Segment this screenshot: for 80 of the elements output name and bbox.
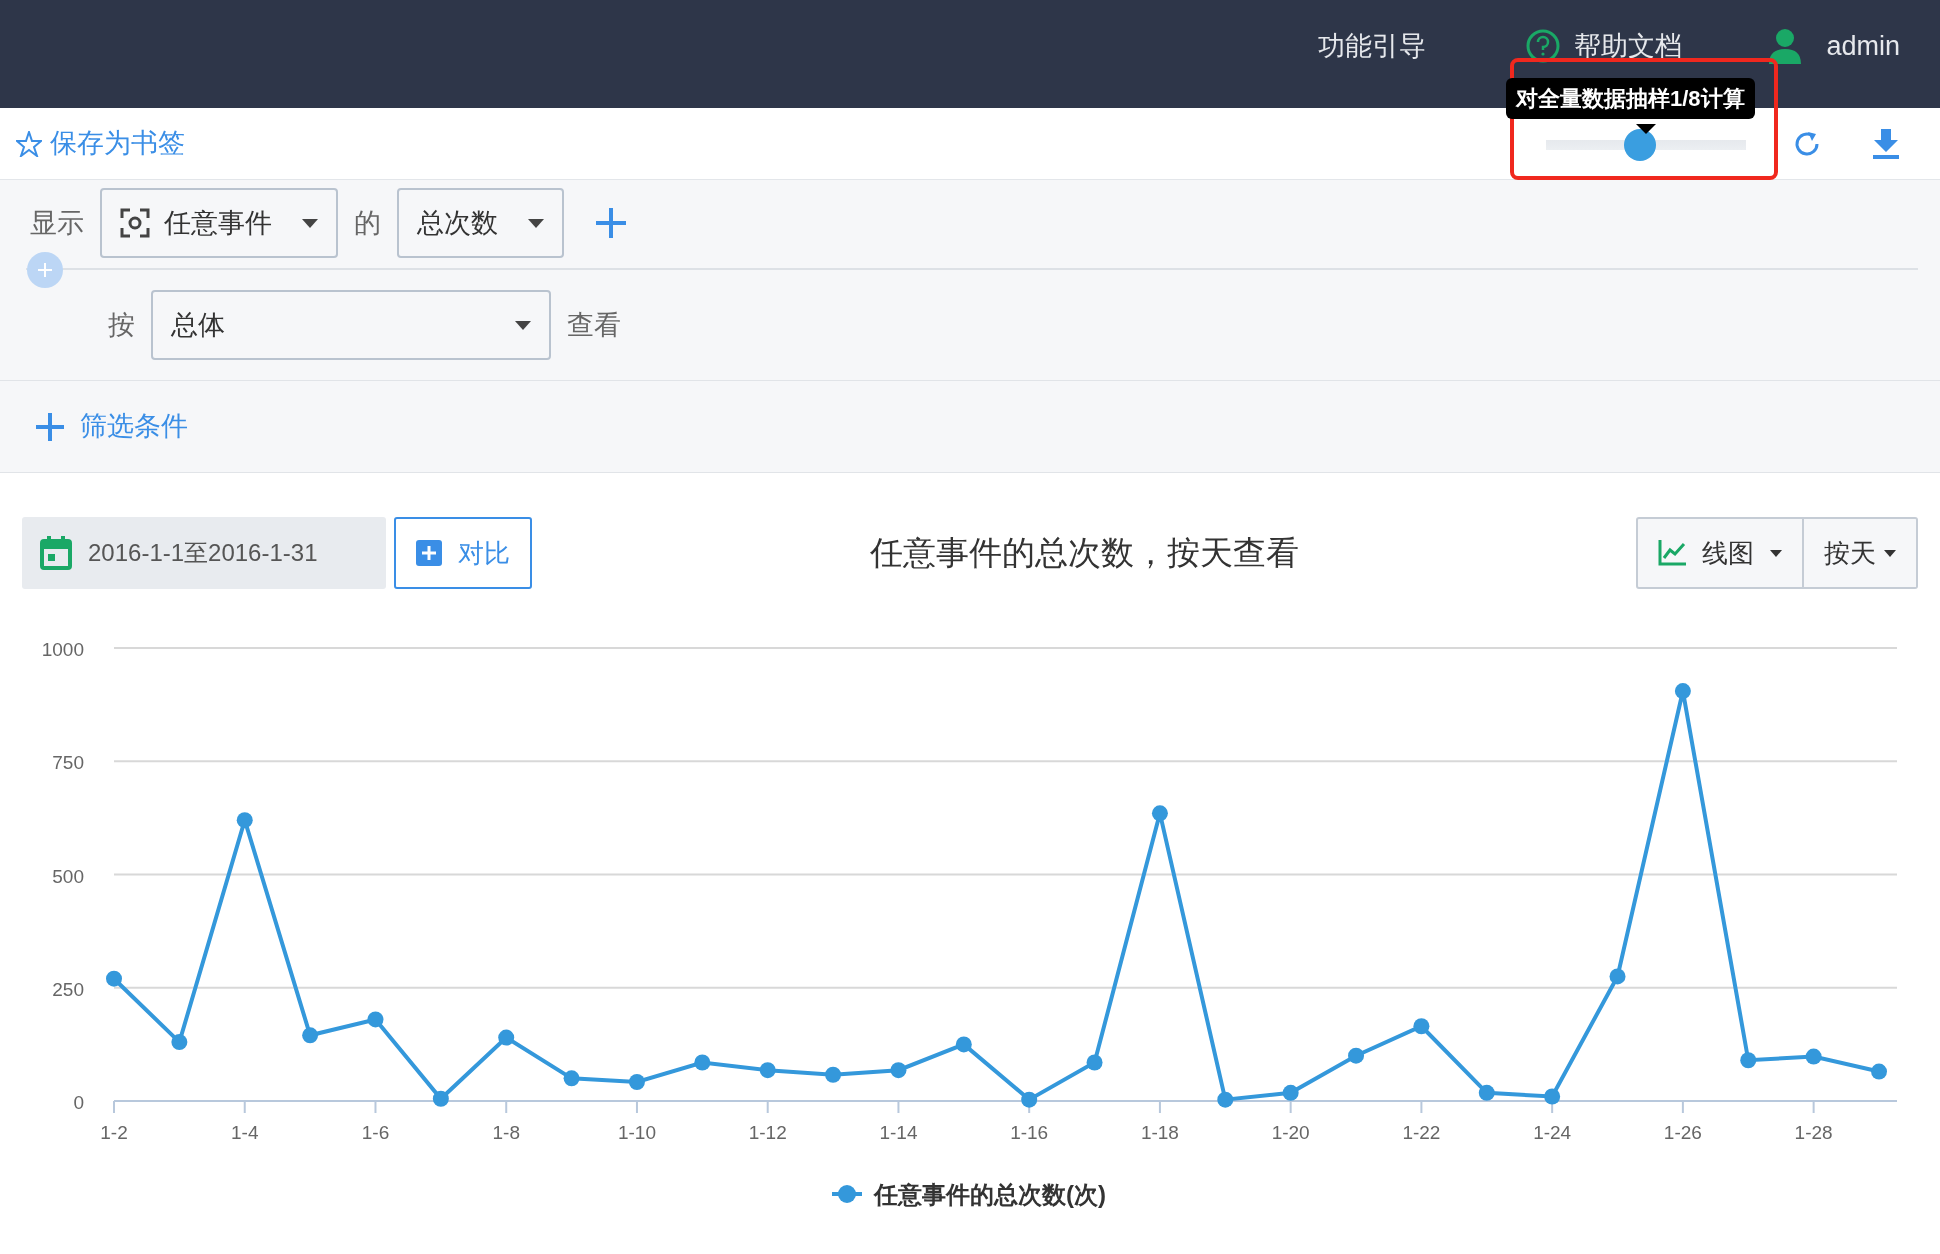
data-point: [825, 1066, 842, 1083]
slider-tooltip: 对全量数据抽样1/8计算: [1506, 78, 1755, 119]
data-point: [890, 1062, 907, 1079]
data-point: [1609, 968, 1626, 985]
x-axis-label: 1-2: [100, 1122, 128, 1143]
caret-icon: [1884, 549, 1896, 557]
x-axis-label: 1-24: [1533, 1122, 1572, 1143]
data-point: [563, 1070, 580, 1087]
x-axis-label: 1-18: [1140, 1122, 1179, 1143]
group-select[interactable]: 总体: [151, 290, 551, 360]
metric-select[interactable]: 总次数: [397, 188, 564, 258]
data-point: [1151, 805, 1168, 822]
caret-icon: [302, 218, 318, 228]
data-point: [628, 1073, 645, 1090]
data-point: [498, 1029, 515, 1046]
data-point: [367, 1011, 384, 1028]
data-point: [955, 1036, 972, 1053]
caret-icon: [1770, 549, 1782, 557]
nav-link[interactable]: 功能引导: [1318, 25, 1427, 67]
view-label: 查看: [567, 308, 621, 342]
line-chart-icon: [1658, 540, 1686, 566]
user-icon: [1768, 28, 1803, 64]
slider-thumb[interactable]: [1624, 129, 1656, 161]
x-axis-label: 1-20: [1271, 1122, 1310, 1143]
x-axis-label: 1-28: [1794, 1122, 1833, 1143]
y-axis-label: 250: [52, 978, 84, 1000]
data-point: [1871, 1063, 1887, 1080]
data-point: [1021, 1091, 1038, 1108]
of-label: 的: [354, 206, 381, 240]
calendar-icon: [40, 536, 72, 570]
data-point: [432, 1090, 449, 1107]
data-point: [1805, 1048, 1822, 1065]
x-axis-label: 1-26: [1663, 1122, 1702, 1143]
event-select[interactable]: 任意事件: [100, 188, 338, 258]
data-point: [1413, 1018, 1430, 1035]
caret-icon: [515, 320, 531, 330]
x-axis-label: 1-4: [231, 1122, 259, 1143]
data-point: [1086, 1054, 1103, 1071]
plus-icon: [36, 412, 64, 441]
data-point: [759, 1062, 776, 1079]
download-icon[interactable]: [1872, 128, 1900, 159]
y-axis-label: 500: [52, 865, 84, 887]
data-point: [1282, 1084, 1299, 1101]
plus-square-icon: [416, 540, 442, 566]
chart-title: 任意事件的总次数，按天查看: [868, 533, 1300, 574]
x-axis-label: 1-16: [1010, 1122, 1049, 1143]
add-icon[interactable]: [596, 208, 626, 238]
data-point: [1740, 1052, 1757, 1069]
user-name[interactable]: admin: [1826, 25, 1900, 67]
by-label: 按: [108, 308, 135, 342]
x-axis-label: 1-14: [879, 1122, 918, 1143]
x-axis-label: 1-8: [492, 1122, 520, 1143]
tooltip-arrow: [1636, 124, 1656, 134]
caret-icon: [528, 218, 544, 228]
data-point: [1348, 1047, 1365, 1064]
compare-button[interactable]: 对比: [394, 517, 532, 589]
data-point: [1674, 683, 1691, 700]
x-axis-label: 1-12: [748, 1122, 787, 1143]
data-point: [1478, 1084, 1495, 1101]
data-point: [236, 812, 253, 829]
data-point: [106, 970, 122, 987]
x-axis-label: 1-22: [1402, 1122, 1441, 1143]
granularity-dropdown[interactable]: 按天: [1804, 517, 1918, 589]
y-axis-label: 750: [52, 752, 84, 774]
data-point: [171, 1034, 188, 1051]
data-point: [694, 1054, 711, 1071]
data-point: [1544, 1088, 1561, 1105]
nav-link[interactable]: 帮助文档: [1574, 25, 1683, 67]
legend-label[interactable]: 任意事件的总次数(次): [874, 1181, 1106, 1208]
y-axis-label: 0: [73, 1092, 84, 1113]
y-axis-label: 1000: [41, 639, 84, 660]
event-icon: [120, 208, 150, 238]
chart-type-dropdown[interactable]: 线图: [1636, 517, 1804, 589]
show-label: 显示: [30, 206, 84, 240]
date-range-picker[interactable]: 2016-1-1至2016-1-31: [22, 517, 386, 589]
x-axis-label: 1-6: [361, 1122, 390, 1143]
x-axis-label: 1-10: [617, 1122, 656, 1143]
star-icon: [16, 130, 42, 157]
data-point: [302, 1027, 319, 1044]
data-point: [1217, 1091, 1234, 1108]
